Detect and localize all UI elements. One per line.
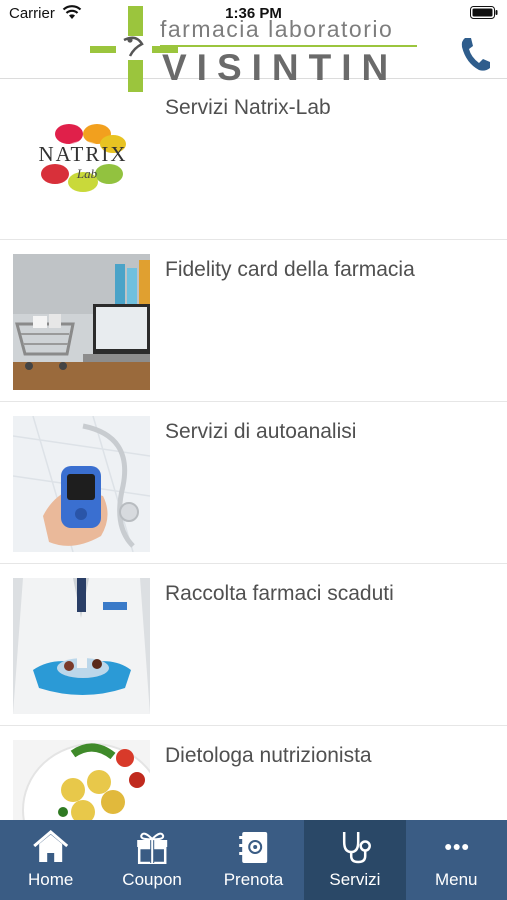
raccolta-farmaci-image xyxy=(13,578,150,714)
fidelity-card-image xyxy=(13,254,150,390)
phone-icon[interactable] xyxy=(458,35,492,73)
autoanalisi-image xyxy=(13,416,150,552)
natrix-lab-logo: NATRIX Lab xyxy=(13,108,153,204)
natrix-logo-sub: Lab xyxy=(76,166,98,181)
service-item-natrix-lab[interactable]: Servizi Natrix-Lab NATRIX Lab xyxy=(0,78,507,240)
tab-coupon[interactable]: Coupon xyxy=(101,820,202,900)
stethoscope-icon xyxy=(343,832,372,864)
tab-prenota[interactable]: Prenota xyxy=(203,820,304,900)
logo-subtitle: farmacia laboratorio xyxy=(160,16,394,42)
tab-label: Prenota xyxy=(223,870,284,889)
service-title: Servizi di autoanalisi xyxy=(165,420,357,443)
service-item-dietologa[interactable]: Dietologa nutrizionista xyxy=(0,726,507,820)
service-item-autoanalisi[interactable]: Servizi di autoanalisi xyxy=(0,402,507,564)
tab-menu[interactable]: Menu xyxy=(406,820,507,900)
tab-label: Servizi xyxy=(329,870,381,889)
tab-label: Menu xyxy=(434,870,478,889)
more-icon xyxy=(444,844,468,850)
tab-servizi[interactable]: Servizi xyxy=(304,820,406,900)
tab-label: Coupon xyxy=(122,870,182,889)
gift-icon xyxy=(137,832,168,864)
home-icon xyxy=(33,830,69,862)
service-item-raccolta-farmaci[interactable]: Raccolta farmaci scaduti xyxy=(0,564,507,726)
service-item-fidelity-card[interactable]: Fidelity card della farmacia xyxy=(0,240,507,402)
natrix-logo-text: NATRIX xyxy=(39,142,128,166)
service-title: Dietologa nutrizionista xyxy=(165,744,372,767)
booking-icon xyxy=(238,832,267,863)
service-title: Raccolta farmaci scaduti xyxy=(165,582,394,605)
tab-bar: Home Coupon Prenota Servizi Menu xyxy=(0,820,507,900)
dietologa-image xyxy=(13,740,150,820)
service-title: Fidelity card della farmacia xyxy=(165,258,415,281)
tab-label: Home xyxy=(28,870,74,889)
app-header: farmacia laboratorio VISINTIN xyxy=(0,0,507,92)
services-list: Servizi Natrix-Lab NATRIX Lab Fidelity c… xyxy=(0,78,507,820)
service-title: Servizi Natrix-Lab xyxy=(165,96,331,119)
tab-home[interactable]: Home xyxy=(0,820,101,900)
